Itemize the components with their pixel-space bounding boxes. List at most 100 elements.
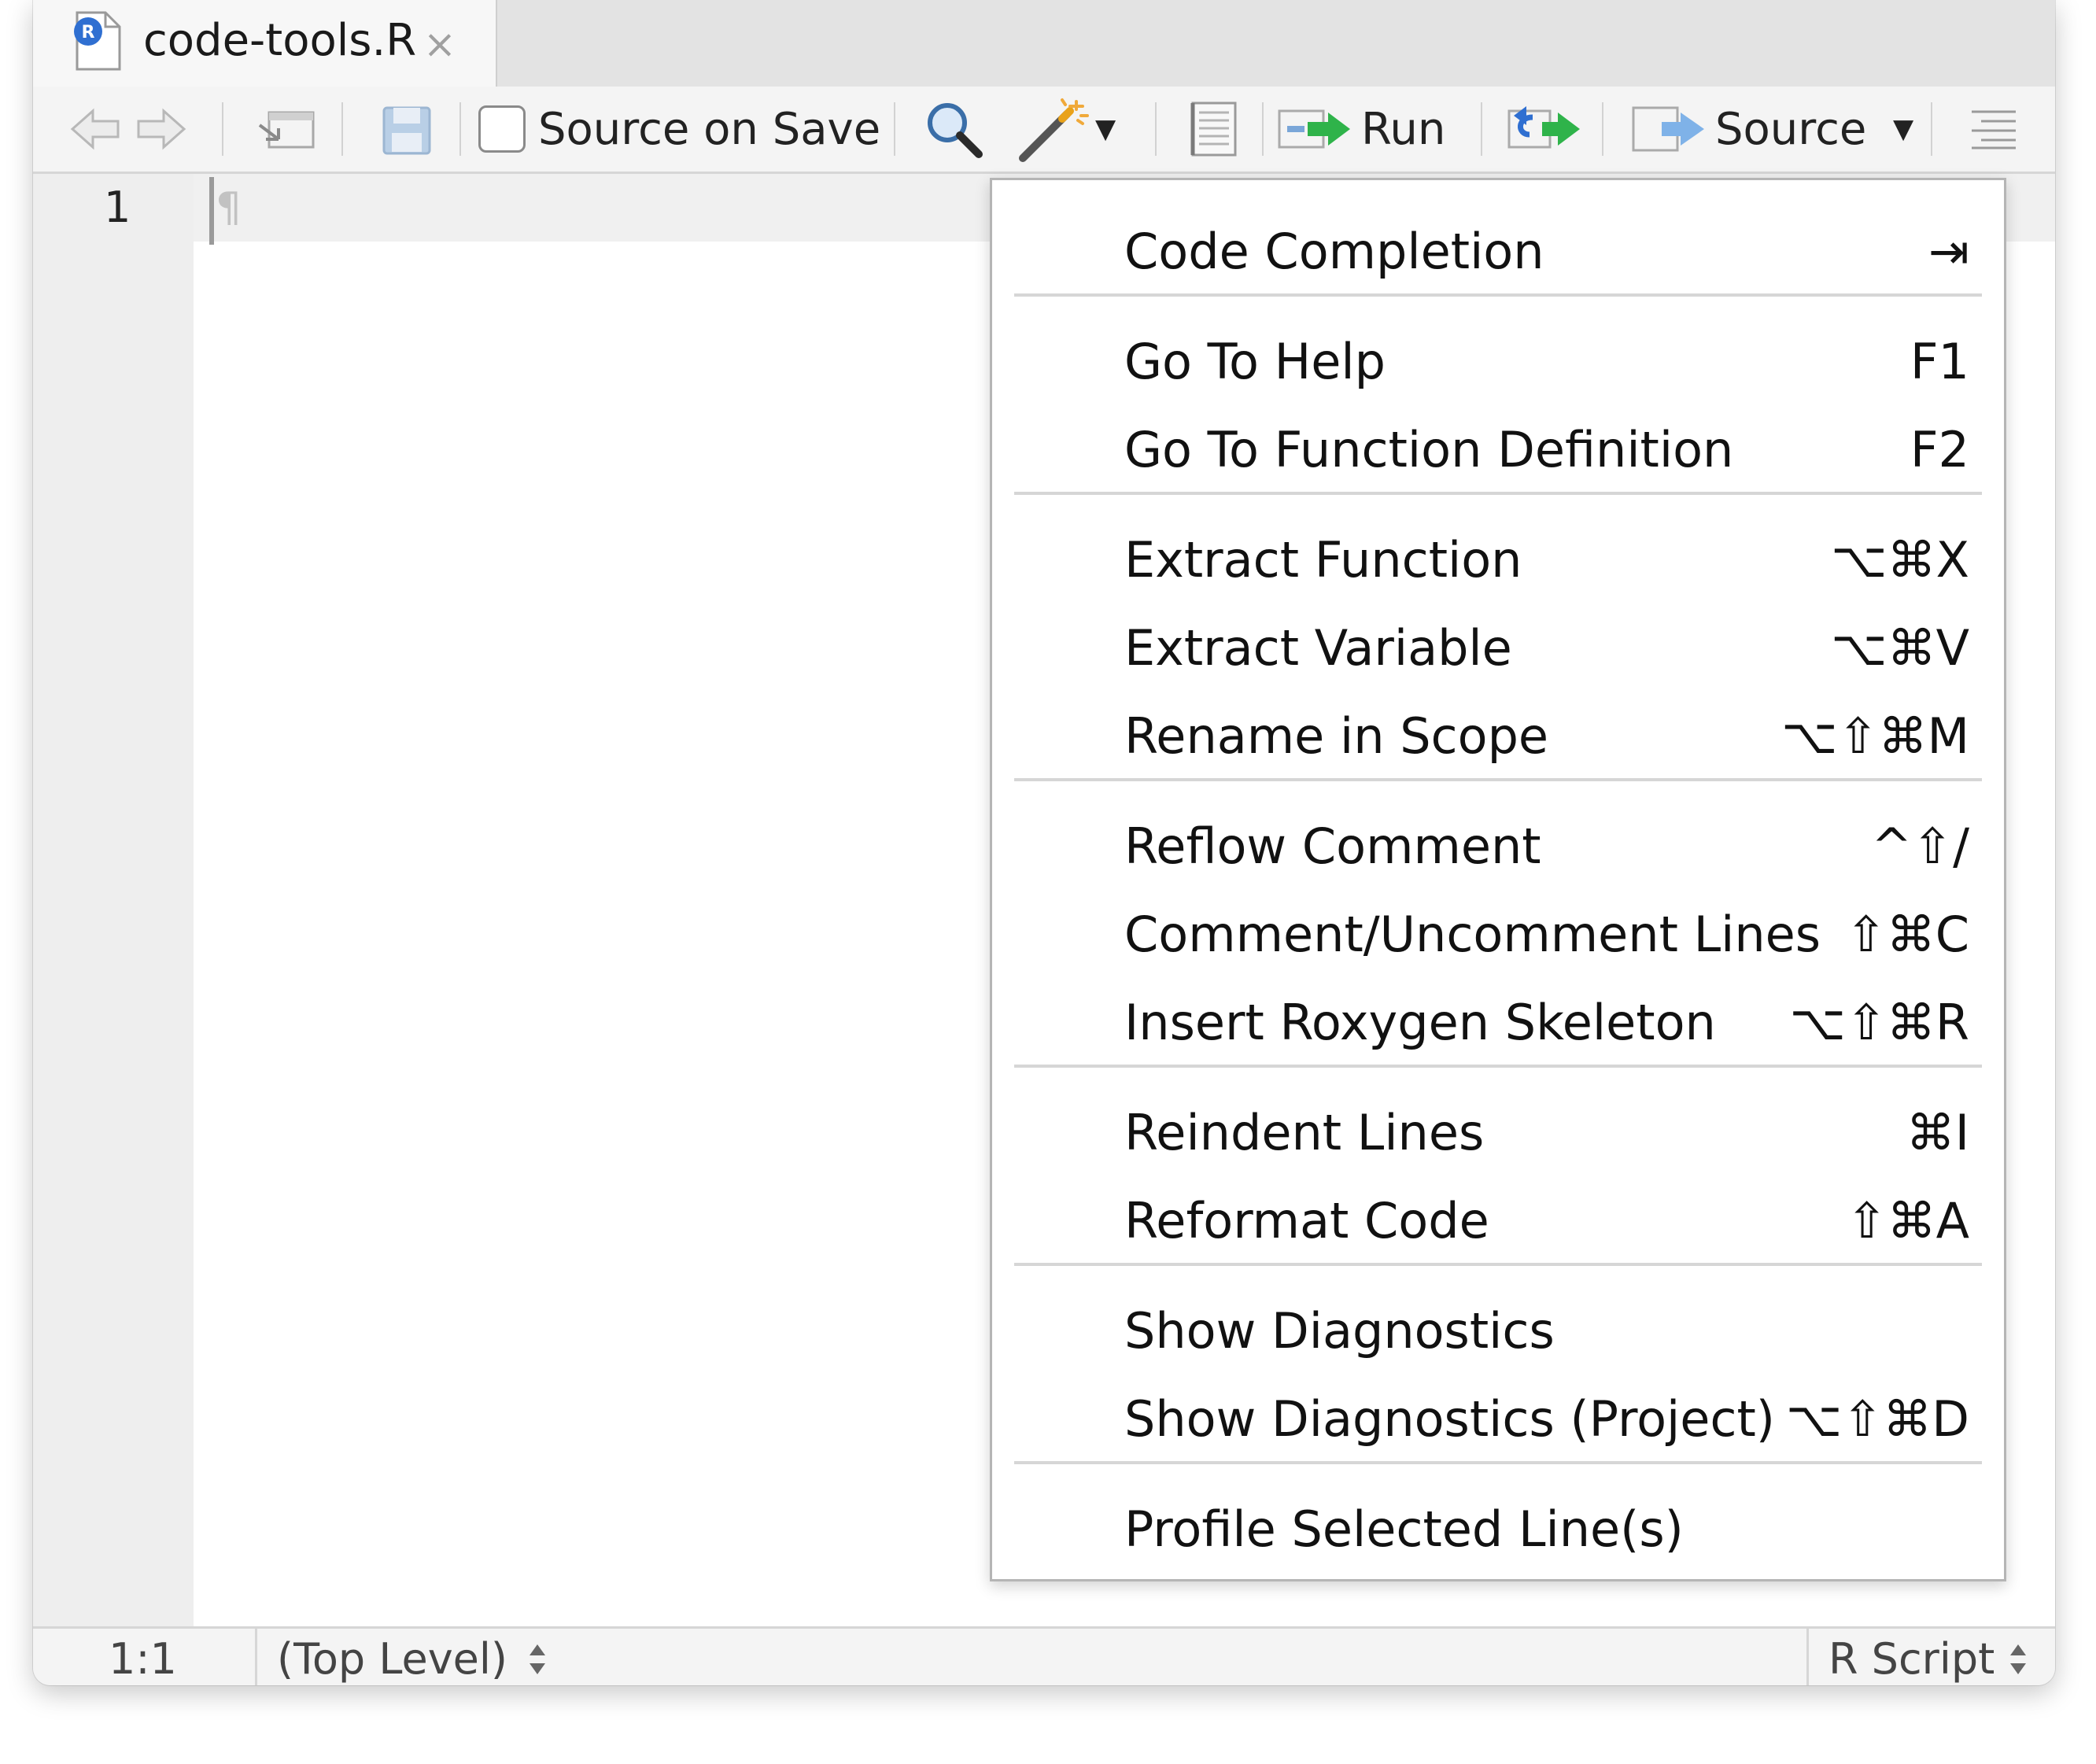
menu-item-label: Reflow Comment xyxy=(1124,817,1541,875)
menu-item-shortcut: ^⇧/ xyxy=(1871,817,1969,875)
run-button[interactable]: Run xyxy=(1276,87,1445,172)
menu-item-label: Show Diagnostics xyxy=(1124,1302,1555,1360)
outline-lines-icon xyxy=(1972,110,2016,149)
back-button[interactable] xyxy=(68,87,123,172)
menu-item-reflow-comment[interactable]: Reflow Comment ^⇧/ xyxy=(992,803,2004,890)
cursor-position: 1:1 xyxy=(109,1634,177,1684)
magic-wand-icon xyxy=(1019,98,1089,162)
menu-item-shortcut: ⌥⌘V xyxy=(1831,619,1969,677)
find-replace-button[interactable] xyxy=(922,87,985,172)
menu-item-code-completion[interactable]: Code Completion ⇥ xyxy=(992,209,2004,295)
code-tools-button[interactable]: ▼ xyxy=(1015,87,1116,172)
toolbar-divider xyxy=(1155,102,1157,156)
menu-item-label: Comment/Uncomment Lines xyxy=(1124,906,1821,963)
menu-item-shortcut: ⇧⌘A xyxy=(1846,1192,1969,1249)
notebook-icon xyxy=(1190,101,1237,157)
menu-item-label: Go To Function Definition xyxy=(1124,421,1734,478)
rerun-icon xyxy=(1507,106,1580,149)
source-on-save-checkbox[interactable] xyxy=(478,105,526,153)
menu-item-label: Show Diagnostics (Project) xyxy=(1124,1390,1775,1448)
arrow-right-icon xyxy=(137,108,186,150)
menu-item-shortcut: ⌥⇧⌘D xyxy=(1785,1390,1969,1448)
menu-item-label: Reindent Lines xyxy=(1124,1104,1485,1161)
menu-item-shortcut: F1 xyxy=(1910,333,1969,390)
menu-item-show-diagnostics-project[interactable]: Show Diagnostics (Project) ⌥⇧⌘D xyxy=(992,1376,2004,1463)
menu-item-extract-variable[interactable]: Extract Variable ⌥⌘V xyxy=(992,605,2004,692)
run-label: Run xyxy=(1361,103,1446,155)
menu-separator xyxy=(1014,1461,1982,1464)
save-button[interactable] xyxy=(379,87,434,172)
pilcrow-marker: ¶ xyxy=(216,184,242,231)
chevron-down-icon: ▼ xyxy=(1893,113,1914,145)
toolbar-divider xyxy=(341,102,343,156)
menu-item-label: Insert Roxygen Skeleton xyxy=(1124,994,1716,1051)
toolbar-divider xyxy=(222,102,223,156)
toolbar-divider xyxy=(1931,102,1932,156)
source-options-dropdown[interactable]: ▼ xyxy=(1888,87,1913,172)
menu-separator xyxy=(1014,293,1982,297)
source-label: Source xyxy=(1715,103,1867,155)
menu-item-rename-in-scope[interactable]: Rename in Scope ⌥⇧⌘M xyxy=(992,693,2004,780)
menu-separator xyxy=(1014,778,1982,781)
menu-item-comment-uncomment-lines[interactable]: Comment/Uncomment Lines ⇧⌘C xyxy=(992,891,2004,978)
menu-item-label: Extract Function xyxy=(1124,531,1522,589)
tab-bar: R code-tools.R × xyxy=(33,0,2055,88)
toolbar-divider xyxy=(1481,102,1482,156)
text-cursor xyxy=(209,177,214,245)
compile-report-button[interactable] xyxy=(1186,87,1242,172)
menu-item-show-diagnostics[interactable]: Show Diagnostics xyxy=(992,1288,2004,1375)
updown-arrows-icon xyxy=(2010,1644,2026,1674)
editor-toolbar: Source on Save ▼ Run Source ▼ xyxy=(33,87,2055,174)
svg-text:R: R xyxy=(82,23,95,42)
status-divider xyxy=(1806,1629,1809,1685)
toolbar-divider xyxy=(1602,102,1603,156)
menu-item-reformat-code[interactable]: Reformat Code ⇧⌘A xyxy=(992,1178,2004,1264)
line-number-gutter: 1 xyxy=(33,174,194,1626)
menu-item-shortcut: ⌘I xyxy=(1906,1104,1969,1161)
menu-item-shortcut: F2 xyxy=(1910,421,1969,478)
source-on-save-toggle[interactable]: Source on Save xyxy=(478,87,880,172)
tab-title: code-tools.R xyxy=(143,15,417,66)
menu-item-label: Profile Selected Line(s) xyxy=(1124,1500,1684,1558)
status-bar: 1:1 (Top Level) R Script xyxy=(33,1626,2055,1685)
toolbar-divider xyxy=(894,102,895,156)
menu-item-label: Extract Variable xyxy=(1124,619,1512,677)
menu-item-extract-function[interactable]: Extract Function ⌥⌘X xyxy=(992,517,2004,603)
menu-item-label: Rename in Scope xyxy=(1124,707,1549,765)
menu-item-shortcut: ⌥⌘X xyxy=(1831,531,1969,589)
menu-item-go-to-help[interactable]: Go To Help F1 xyxy=(992,319,2004,405)
run-arrow-icon xyxy=(1278,109,1350,149)
scope-label: (Top Level) xyxy=(277,1634,507,1684)
updown-arrows-icon xyxy=(530,1644,545,1674)
toolbar-divider xyxy=(459,102,461,156)
menu-separator xyxy=(1014,1065,1982,1068)
rerun-button[interactable] xyxy=(1506,87,1585,172)
tab-code-tools[interactable]: R code-tools.R × xyxy=(33,0,497,87)
menu-item-insert-roxygen-skeleton[interactable]: Insert Roxygen Skeleton ⌥⇧⌘R xyxy=(992,980,2004,1066)
source-button[interactable]: Source xyxy=(1630,87,1866,172)
close-tab-icon[interactable]: × xyxy=(423,14,456,74)
menu-item-shortcut: ⇥ xyxy=(1928,223,1969,280)
save-icon xyxy=(382,106,431,155)
status-divider xyxy=(255,1629,257,1685)
source-arrow-icon xyxy=(1632,106,1704,152)
popout-window-icon xyxy=(258,111,315,149)
menu-item-label: Code Completion xyxy=(1124,223,1544,280)
file-type-label: R Script xyxy=(1828,1634,1995,1684)
document-outline-button[interactable] xyxy=(1969,87,2019,172)
menu-separator xyxy=(1014,492,1982,495)
code-tools-menu: Code Completion ⇥ Go To Help F1 Go To Functi… xyxy=(990,178,2006,1581)
chevron-down-icon: ▼ xyxy=(1095,113,1116,145)
menu-item-go-to-function-definition[interactable]: Go To Function Definition F2 xyxy=(992,407,2004,493)
magnifier-icon xyxy=(928,103,983,158)
show-in-window-button[interactable] xyxy=(255,87,318,172)
source-on-save-label: Source on Save xyxy=(538,103,881,155)
menu-item-shortcut: ⇧⌘C xyxy=(1845,906,1969,963)
menu-item-label: Reformat Code xyxy=(1124,1192,1489,1249)
menu-item-reindent-lines[interactable]: Reindent Lines ⌘I xyxy=(992,1090,2004,1176)
line-number: 1 xyxy=(104,183,131,232)
menu-item-profile-selected-lines[interactable]: Profile Selected Line(s) xyxy=(992,1486,2004,1573)
menu-item-label: Go To Help xyxy=(1124,333,1386,390)
menu-item-shortcut: ⌥⇧⌘R xyxy=(1789,994,1969,1051)
forward-button[interactable] xyxy=(134,87,189,172)
